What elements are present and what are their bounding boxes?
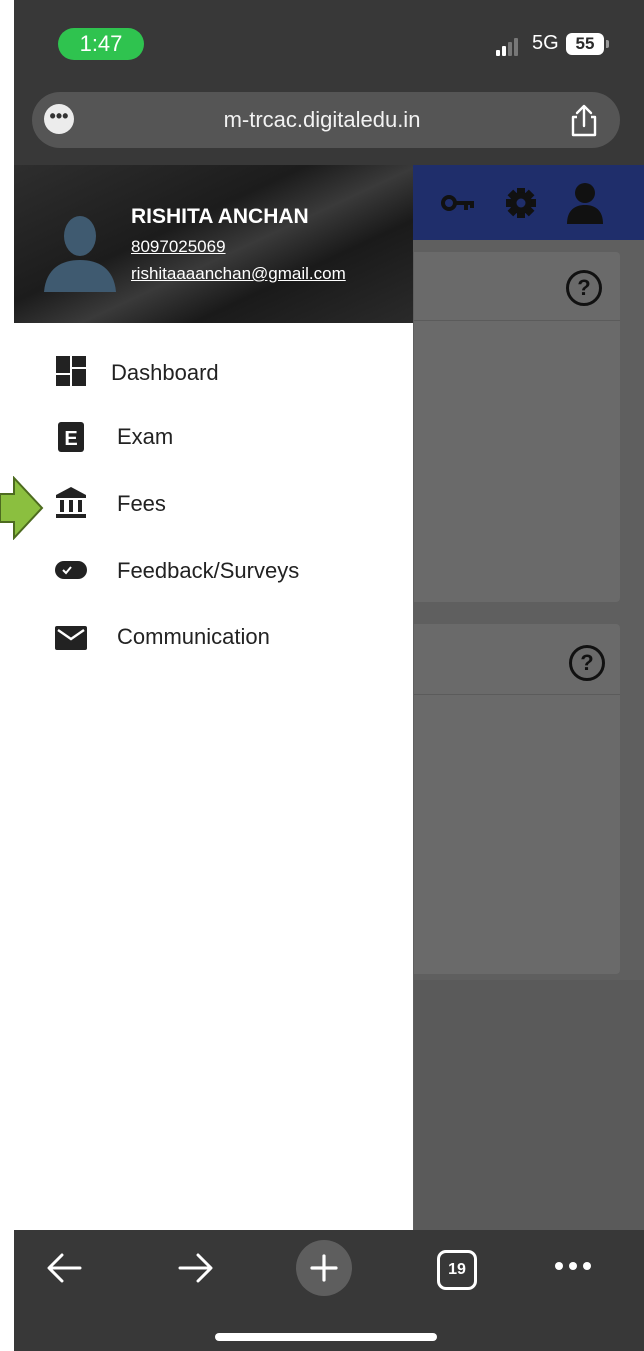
menu-label-exam: Exam	[117, 424, 174, 449]
page-lower-area	[414, 980, 644, 1230]
avatar	[44, 216, 116, 292]
help-icon[interactable]: ?	[566, 270, 602, 306]
status-time: 1:47	[58, 28, 144, 60]
settings-icon	[506, 188, 536, 218]
network-label: 5G	[532, 32, 559, 54]
exam-icon: E	[58, 422, 84, 452]
help-icon[interactable]: ?	[569, 645, 605, 681]
menu-label-feedback-surveys: Feedback/Surveys	[117, 558, 300, 583]
signal-icon	[496, 38, 520, 58]
key-icon	[441, 195, 474, 211]
menu-label-communication: Communication	[117, 624, 270, 649]
url-text[interactable]: m-trcac.digitaledu.in	[0, 107, 644, 133]
user-email[interactable]: rishitaaaanchan@gmail.com	[131, 264, 346, 284]
more-icon[interactable]	[553, 1256, 593, 1276]
pointer-arrow-icon	[0, 476, 44, 540]
new-tab-icon[interactable]	[296, 1240, 352, 1296]
user-name: RISHITA ANCHAN	[131, 205, 309, 228]
navigation-drawer	[14, 165, 413, 1230]
feedback-icon	[55, 561, 87, 579]
menu-label-fees: Fees	[117, 491, 166, 516]
user-phone[interactable]: 8097025069	[131, 237, 226, 257]
battery-tip	[606, 40, 609, 48]
menu-label-dashboard: Dashboard	[111, 360, 219, 385]
tabs-button[interactable]: 19	[437, 1250, 477, 1290]
share-icon[interactable]	[566, 104, 602, 138]
forward-icon[interactable]	[176, 1250, 216, 1286]
mail-icon	[55, 626, 87, 650]
back-icon[interactable]	[44, 1250, 84, 1286]
home-indicator[interactable]	[215, 1333, 437, 1341]
bank-icon	[56, 487, 86, 518]
battery-icon: 55	[566, 33, 604, 55]
profile-icon	[567, 183, 603, 224]
dashboard-icon	[56, 356, 86, 386]
svg-text:E: E	[64, 428, 77, 450]
